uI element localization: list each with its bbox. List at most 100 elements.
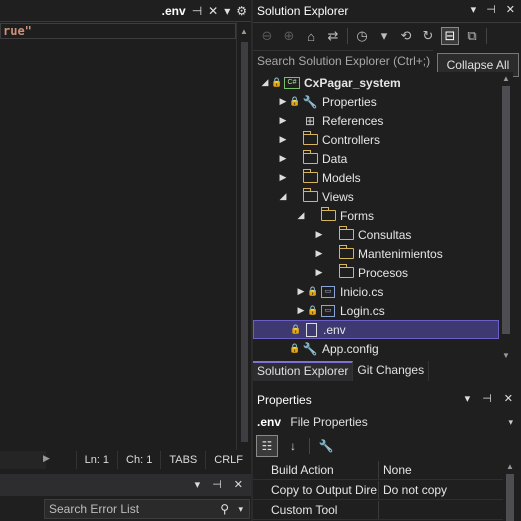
folder-open-icon: [319, 207, 337, 223]
solution-tree: ◢ 🔒 C# CxPagar_system ▶ 🔒 🔧 Properties ▶…: [253, 72, 499, 362]
collapse-arrow-icon[interactable]: ◢: [259, 77, 271, 88]
chevron-down-icon[interactable]: ▾: [376, 28, 392, 44]
property-row[interactable]: Copy to Output Dire Do not copy: [253, 481, 503, 500]
tree-item-data[interactable]: ▶ Data: [253, 149, 499, 168]
sync-icon[interactable]: ⟲: [398, 28, 414, 44]
folder-icon: [337, 245, 355, 261]
scroll-down-icon[interactable]: ▼: [502, 351, 510, 360]
expand-arrow-icon[interactable]: ▶: [277, 153, 289, 164]
scroll-thumb[interactable]: [502, 86, 510, 334]
line-endings[interactable]: CRLF: [205, 451, 251, 469]
horizontal-scrollbar[interactable]: ▶: [0, 451, 50, 469]
expand-arrow-icon[interactable]: ▶: [277, 96, 289, 107]
property-row[interactable]: Build Action None: [253, 461, 503, 480]
chevron-down-icon[interactable]: ▾: [195, 478, 201, 491]
expand-arrow-icon[interactable]: ▶: [277, 115, 289, 126]
properties-scrollbar[interactable]: ▲: [503, 460, 517, 521]
switch-views-icon[interactable]: ⇄: [325, 28, 341, 44]
forward-icon[interactable]: ⊕: [281, 28, 297, 44]
property-value[interactable]: [379, 501, 491, 519]
scroll-thumb[interactable]: [241, 42, 248, 442]
lock-icon: 🔒: [290, 324, 302, 334]
tab-env[interactable]: .env ⊣ ✕ ▾ ⚙: [162, 2, 247, 20]
scroll-up-icon[interactable]: ▲: [240, 27, 248, 36]
pin-icon[interactable]: ⊣: [482, 392, 492, 405]
close-icon[interactable]: ✕: [506, 3, 515, 16]
tree-item-project[interactable]: ◢ 🔒 C# CxPagar_system: [253, 73, 499, 92]
chevron-down-icon[interactable]: ▾: [471, 3, 477, 16]
pin-icon[interactable]: ⊣: [486, 3, 496, 16]
tree-item-controllers[interactable]: ▶ Controllers: [253, 130, 499, 149]
tree-item-properties[interactable]: ▶ 🔒 🔧 Properties: [253, 92, 499, 111]
pin-icon[interactable]: ⊣: [212, 478, 222, 491]
scroll-right-icon[interactable]: ▶: [43, 453, 50, 464]
tab-git-changes[interactable]: Git Changes: [353, 361, 430, 381]
expand-arrow-icon[interactable]: ▶: [295, 286, 307, 297]
show-all-files-icon[interactable]: ⧉: [464, 28, 480, 44]
tree-item-views[interactable]: ◢ Views: [253, 187, 499, 206]
folder-icon: [301, 169, 319, 185]
properties-toolbar: ☷ ↓ 🔧: [253, 434, 521, 458]
wrench-icon: 🔧: [302, 94, 318, 109]
tree-item-env[interactable]: 🔒 .env: [253, 320, 499, 339]
expand-arrow-icon[interactable]: ▶: [313, 248, 325, 259]
solution-explorer-search-input[interactable]: Search Solution Explorer (Ctrl+;): [253, 50, 433, 70]
property-pages-icon[interactable]: 🔧: [316, 436, 336, 456]
close-icon[interactable]: ✕: [208, 4, 218, 18]
pin-icon[interactable]: ⊣: [192, 4, 202, 18]
expand-arrow-icon[interactable]: ▶: [313, 267, 325, 278]
pending-changes-filter-icon[interactable]: ◷: [354, 28, 370, 44]
chevron-down-icon[interactable]: ▾: [224, 4, 230, 18]
collapse-arrow-icon[interactable]: ◢: [277, 191, 289, 202]
property-row[interactable]: Custom Tool: [253, 501, 503, 520]
tab-solution-explorer[interactable]: Solution Explorer: [253, 361, 354, 381]
panel-title: Solution Explorer: [257, 4, 349, 18]
indent-mode[interactable]: TABS: [160, 451, 205, 469]
chevron-down-icon[interactable]: ▾: [508, 411, 513, 433]
tree-item-consultas[interactable]: ▶ Consultas: [253, 225, 499, 244]
code-editor[interactable]: rue": [0, 22, 251, 450]
tree-item-references[interactable]: ▶ ⊞ References: [253, 111, 499, 130]
editor-scrollbar[interactable]: ▲: [236, 22, 251, 450]
chevron-down-icon[interactable]: ▾: [238, 500, 243, 518]
close-icon[interactable]: ✕: [234, 478, 243, 491]
solution-explorer-scrollbar[interactable]: ▲ ▼: [499, 72, 513, 362]
expand-arrow-icon[interactable]: ▶: [313, 229, 325, 240]
scroll-up-icon[interactable]: ▲: [502, 74, 510, 83]
tree-item-mantenimientos[interactable]: ▶ Mantenimientos: [253, 244, 499, 263]
collapse-arrow-icon[interactable]: ◢: [295, 210, 307, 221]
expand-arrow-icon[interactable]: ▶: [277, 134, 289, 145]
lock-icon: 🔒: [271, 77, 283, 87]
collapse-all-icon[interactable]: ⊟: [441, 27, 459, 45]
expand-arrow-icon[interactable]: ▶: [277, 172, 289, 183]
lock-icon: 🔒: [289, 96, 301, 106]
tree-item-label: Models: [322, 170, 361, 185]
folder-icon: [337, 226, 355, 242]
chevron-down-icon[interactable]: ▾: [465, 392, 471, 405]
code-line[interactable]: rue": [0, 23, 236, 39]
tree-item-models[interactable]: ▶ Models: [253, 168, 499, 187]
tree-item-app-config[interactable]: 🔒 🔧 App.config: [253, 339, 499, 358]
categorized-icon[interactable]: ☷: [256, 435, 278, 457]
tree-item-label: Controllers: [322, 132, 381, 147]
folder-icon: [337, 264, 355, 280]
property-value[interactable]: Do not copy: [379, 481, 491, 499]
expand-arrow-icon[interactable]: ▶: [295, 305, 307, 316]
gear-icon[interactable]: ⚙: [236, 4, 247, 18]
tree-item-inicio-cs[interactable]: ▶ 🔒 ▭ Inicio.cs: [253, 282, 499, 301]
refresh-icon[interactable]: ↻: [420, 28, 436, 44]
home-icon[interactable]: ⌂: [303, 29, 319, 44]
scroll-up-icon[interactable]: ▲: [506, 462, 514, 471]
alphabetical-icon[interactable]: ↓: [283, 436, 303, 456]
scroll-thumb[interactable]: [506, 474, 514, 521]
tree-item-login-cs[interactable]: ▶ 🔒 ▭ Login.cs: [253, 301, 499, 320]
back-icon[interactable]: ⊖: [259, 28, 275, 44]
tree-item-forms[interactable]: ◢ Forms: [253, 206, 499, 225]
error-list-search-input[interactable]: Search Error List ⚲ ▾: [44, 499, 250, 519]
close-icon[interactable]: ✕: [504, 392, 513, 405]
search-icon[interactable]: ⚲: [220, 500, 229, 518]
property-value[interactable]: None: [379, 461, 491, 479]
references-icon: ⊞: [304, 113, 316, 128]
properties-object-selector[interactable]: .env File Properties ▾: [253, 411, 521, 433]
tree-item-procesos[interactable]: ▶ Procesos: [253, 263, 499, 282]
